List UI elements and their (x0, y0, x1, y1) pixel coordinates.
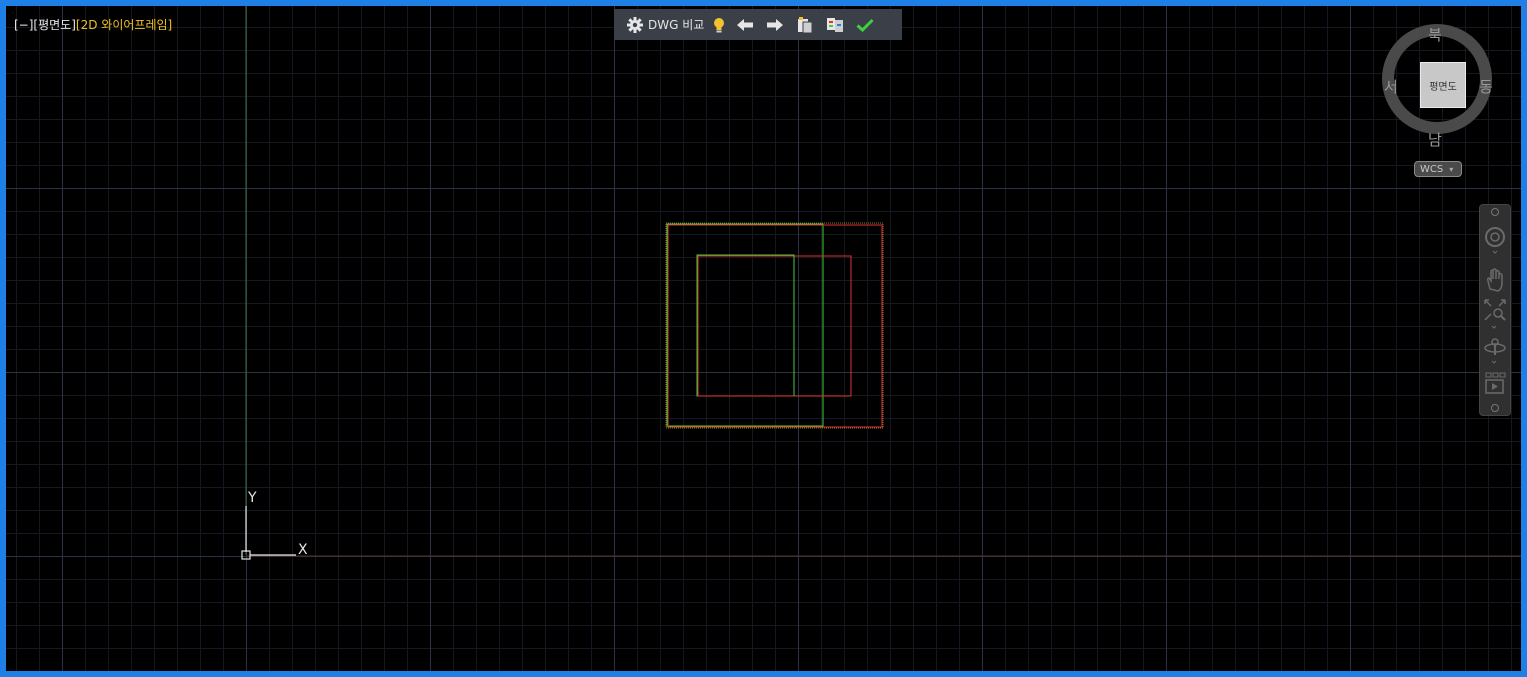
orbit-icon (1484, 338, 1506, 364)
navigation-bar (1479, 204, 1511, 416)
wcs-label: WCS (1420, 163, 1444, 175)
navbar-close-button[interactable] (1480, 207, 1510, 217)
export-snapshot-icon (798, 16, 813, 33)
viewport-control[interactable]: [−] (14, 18, 33, 32)
close-icon (1491, 208, 1499, 216)
chevron-down-icon: ▾ (1449, 164, 1454, 174)
compass-east[interactable]: 동 (1479, 76, 1493, 97)
dwg-compare-toolbar: DWG 비교 (614, 9, 902, 40)
ucs-y-label: Y (247, 490, 257, 506)
arrow-right-icon (767, 18, 784, 31)
compare-swap-icon (827, 17, 844, 32)
highlight-toggle-button[interactable] (708, 9, 730, 40)
orbit-button[interactable] (1480, 333, 1510, 365)
drawing-viewport[interactable]: Y X [−][평면도][2D 와이어프레임] (0, 0, 1527, 677)
viewcube[interactable]: 북 남 동 서 평면도 (1376, 16, 1496, 166)
steering-wheel-icon (1485, 227, 1505, 254)
swap-compare-button[interactable] (820, 9, 850, 40)
drawing-canvas[interactable]: Y X (6, 6, 1521, 671)
checkmark-icon (856, 18, 874, 32)
zoom-extents-icon (1484, 299, 1506, 329)
settings-icon (627, 16, 643, 33)
compass-south[interactable]: 남 (1428, 129, 1442, 150)
revision-cloud (665, 222, 884, 429)
previous-change-button[interactable] (730, 9, 760, 40)
finish-compare-button[interactable] (850, 9, 880, 40)
viewport-view[interactable]: [평면도] (33, 18, 75, 32)
green-inner-rect (696, 254, 795, 397)
ucs-icon: Y X (241, 490, 308, 560)
compare-geometry[interactable] (665, 222, 884, 429)
arrow-left-icon (737, 18, 754, 31)
viewport-style[interactable]: [2D 와이어프레임] (76, 18, 172, 32)
viewcube-top-face[interactable]: 평면도 (1420, 62, 1466, 108)
navbar-customize-button[interactable] (1480, 403, 1510, 413)
grid-minor (6, 6, 1521, 671)
viewport-label[interactable]: [−][평면도][2D 와이어프레임] (14, 16, 172, 33)
export-snapshot-button[interactable] (790, 9, 820, 40)
showmotion-icon (1485, 372, 1506, 394)
pan-button[interactable] (1480, 267, 1510, 293)
wcs-menu-button[interactable]: WCS ▾ (1414, 161, 1462, 177)
grid-major (6, 6, 1521, 671)
next-change-button[interactable] (760, 9, 790, 40)
compare-label: DWG 비교 (648, 18, 705, 32)
compass-west[interactable]: 서 (1384, 76, 1398, 97)
settings-button[interactable] (624, 9, 646, 40)
compass-north[interactable]: 북 (1428, 24, 1442, 45)
showmotion-button[interactable] (1480, 371, 1510, 399)
steering-wheel-button[interactable] (1480, 225, 1510, 255)
ucs-x-label: X (298, 542, 308, 558)
lightbulb-icon (714, 17, 725, 32)
customize-icon (1491, 404, 1499, 412)
pan-hand-icon (1486, 268, 1503, 292)
zoom-extents-button[interactable] (1480, 297, 1510, 329)
